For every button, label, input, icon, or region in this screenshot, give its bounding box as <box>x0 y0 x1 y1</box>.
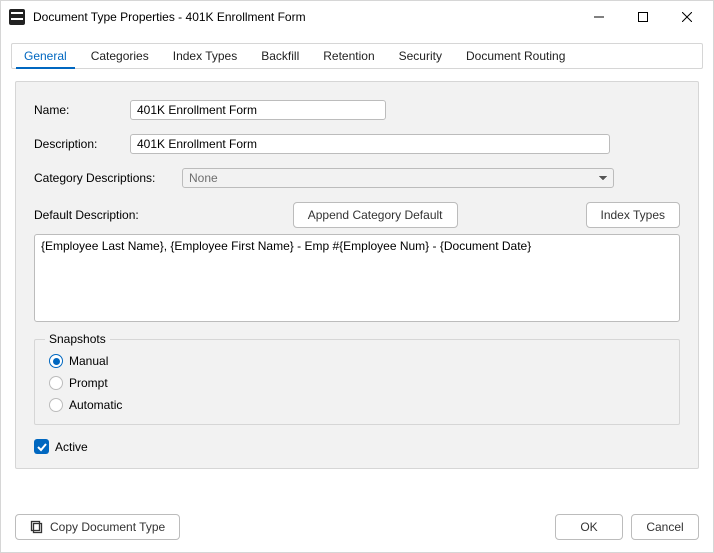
radio-icon <box>49 354 63 368</box>
tab-routing[interactable]: Document Routing <box>454 44 577 68</box>
snapshot-option-manual[interactable]: Manual <box>49 350 665 372</box>
radio-icon <box>49 376 63 390</box>
index-types-button[interactable]: Index Types <box>586 202 681 228</box>
snapshots-group: Snapshots Manual Prompt Automatic <box>34 339 680 425</box>
close-icon <box>682 12 692 22</box>
tab-indextypes[interactable]: Index Types <box>161 44 250 68</box>
snapshot-option-prompt[interactable]: Prompt <box>49 372 665 394</box>
category-descriptions-label: Category Descriptions: <box>34 171 182 185</box>
minimize-icon <box>594 12 604 22</box>
name-input[interactable] <box>130 100 386 120</box>
active-checkbox[interactable]: Active <box>34 439 680 454</box>
snapshot-prompt-label: Prompt <box>69 376 108 390</box>
copy-document-type-button[interactable]: Copy Document Type <box>15 514 180 540</box>
default-description-textarea[interactable]: {Employee Last Name}, {Employee First Na… <box>34 234 680 322</box>
active-label: Active <box>55 440 88 454</box>
tabstrip: General Categories Index Types Backfill … <box>1 33 713 69</box>
window-title: Document Type Properties - 401K Enrollme… <box>33 10 577 24</box>
copy-icon <box>30 520 44 534</box>
snapshot-option-automatic[interactable]: Automatic <box>49 394 665 416</box>
tab-general[interactable]: General <box>12 44 79 68</box>
category-descriptions-select[interactable]: None <box>182 168 614 188</box>
maximize-button[interactable] <box>621 2 665 32</box>
general-panel: Name: Description: Category Descriptions… <box>15 81 699 469</box>
snapshots-legend: Snapshots <box>45 332 110 346</box>
description-label: Description: <box>34 137 130 151</box>
close-button[interactable] <box>665 2 709 32</box>
snapshot-manual-label: Manual <box>69 354 108 368</box>
titlebar: Document Type Properties - 401K Enrollme… <box>1 1 713 33</box>
cancel-button[interactable]: Cancel <box>631 514 699 540</box>
maximize-icon <box>638 12 648 22</box>
radio-icon <box>49 398 63 412</box>
ok-button[interactable]: OK <box>555 514 623 540</box>
minimize-button[interactable] <box>577 2 621 32</box>
dialog-footer: Copy Document Type OK Cancel <box>1 504 713 552</box>
tab-retention[interactable]: Retention <box>311 44 386 68</box>
tab-backfill[interactable]: Backfill <box>249 44 311 68</box>
copy-document-type-label: Copy Document Type <box>50 520 165 534</box>
default-description-label: Default Description: <box>34 208 139 222</box>
description-input[interactable] <box>130 134 610 154</box>
tab-security[interactable]: Security <box>387 44 454 68</box>
append-category-default-button[interactable]: Append Category Default <box>293 202 458 228</box>
name-label: Name: <box>34 103 130 117</box>
tab-categories[interactable]: Categories <box>79 44 161 68</box>
snapshot-automatic-label: Automatic <box>69 398 122 412</box>
checkbox-checked-icon <box>34 439 49 454</box>
app-icon <box>9 9 25 25</box>
